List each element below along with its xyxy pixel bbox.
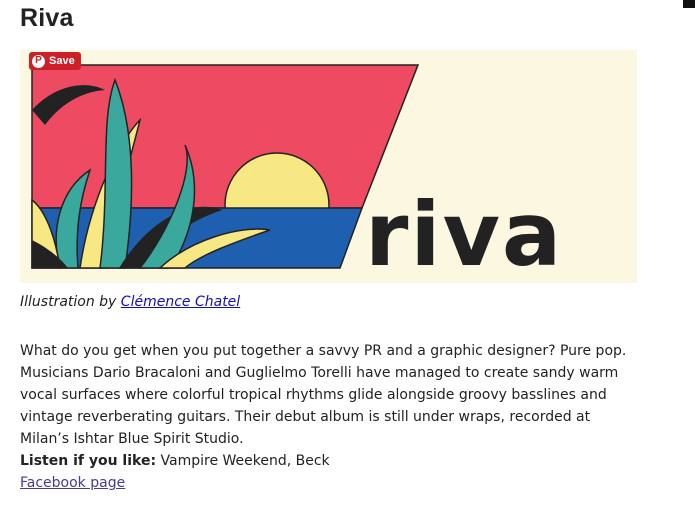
image-caption: Illustration by Clémence Chatel [20,294,240,310]
riva-artwork: riva [20,64,637,283]
listen-line: Listen if you like: Vampire Weekend, Bec… [20,450,640,472]
save-label: Save [49,55,75,67]
caption-prefix: Illustration by [20,294,121,310]
description-paragraph: What do you get when you put together a … [20,343,627,447]
article-body: What do you get when you put together a … [20,340,640,494]
facebook-page-link[interactable]: Facebook page [20,475,125,491]
pinterest-icon: P [32,54,45,68]
riva-illustration: riva [20,50,637,283]
pinterest-save-button[interactable]: P Save [29,52,81,70]
riva-logo-text: riva [365,183,563,283]
listen-value: Vampire Weekend, Beck [156,453,330,469]
listen-label: Listen if you like: [20,453,157,469]
page: Riva riva P Save Illustration by Clémenc… [0,0,695,512]
illustrator-link[interactable]: Clémence Chatel [121,294,240,310]
corner-mark [683,0,695,8]
page-title: Riva [20,4,74,32]
